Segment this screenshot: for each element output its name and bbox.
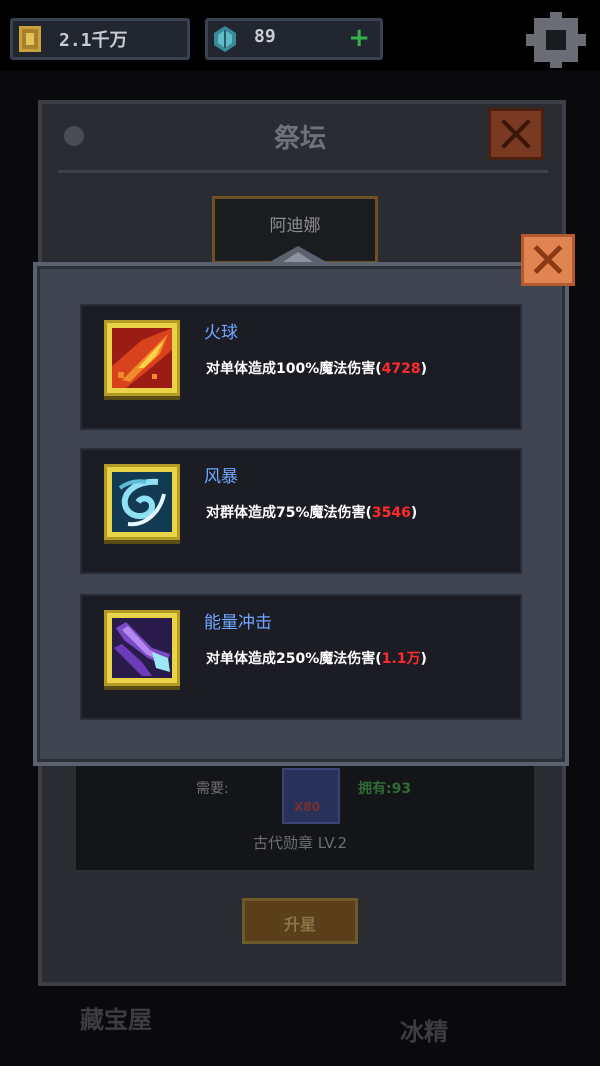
storm-icon: [112, 472, 172, 532]
medal-icon: [282, 768, 340, 824]
gem-icon: [214, 26, 236, 52]
skill-card-fireball: 火球 对单体造成100%魔法伤害(4728): [80, 304, 522, 430]
skill-description: 对群体造成75%魔法伤害(3546): [206, 505, 418, 521]
close-icon[interactable]: [521, 234, 575, 286]
medal-name: 古代勋章 LV.2: [252, 834, 348, 852]
gold-amount: 2.1千万: [59, 30, 128, 51]
skill-name: 火球: [204, 323, 238, 343]
energy-impact-icon: [112, 618, 172, 678]
skill-icon-frame: [104, 610, 180, 686]
medal-count: X80: [294, 800, 320, 814]
skill-damage: 4728: [381, 361, 421, 377]
skill-name: 风暴: [204, 467, 238, 487]
skill-description: 对单体造成100%魔法伤害(4728): [206, 361, 428, 377]
need-label: 需要:: [196, 781, 229, 797]
gold-coin-icon: [19, 26, 41, 52]
skill-name: 能量冲击: [204, 613, 272, 633]
gem-counter[interactable]: 89 +: [205, 18, 383, 60]
altar-close-button[interactable]: [488, 108, 544, 160]
skill-damage: 3546: [371, 505, 411, 521]
skill-icon-frame: [104, 320, 180, 396]
upgrade-label: 升星: [283, 915, 316, 934]
skill-icon-frame: [104, 464, 180, 540]
treasure-house-label[interactable]: 藏宝屋: [80, 1000, 152, 1035]
upgrade-button[interactable]: 升星: [242, 898, 358, 944]
skill-card-storm: 风暴 对群体造成75%魔法伤害(3546): [80, 448, 522, 574]
owned-count: 拥有:93: [358, 781, 412, 797]
gem-amount: 89: [254, 26, 276, 47]
add-gems-button[interactable]: +: [348, 23, 370, 53]
skill-card-energy-impact: 能量冲击 对单体造成250%魔法伤害(1.1万): [80, 594, 522, 720]
skill-damage: 1.1万: [381, 651, 421, 667]
skill-description: 对单体造成250%魔法伤害(1.1万): [206, 651, 427, 667]
bottom-right-label[interactable]: 冰精: [400, 1012, 448, 1047]
hero-name: 阿迪娜: [269, 216, 321, 236]
fireball-icon: [112, 328, 172, 388]
gear-icon[interactable]: [526, 12, 586, 68]
top-bar: 2.1千万 89 +: [0, 0, 600, 70]
gold-counter[interactable]: 2.1千万: [10, 18, 190, 60]
